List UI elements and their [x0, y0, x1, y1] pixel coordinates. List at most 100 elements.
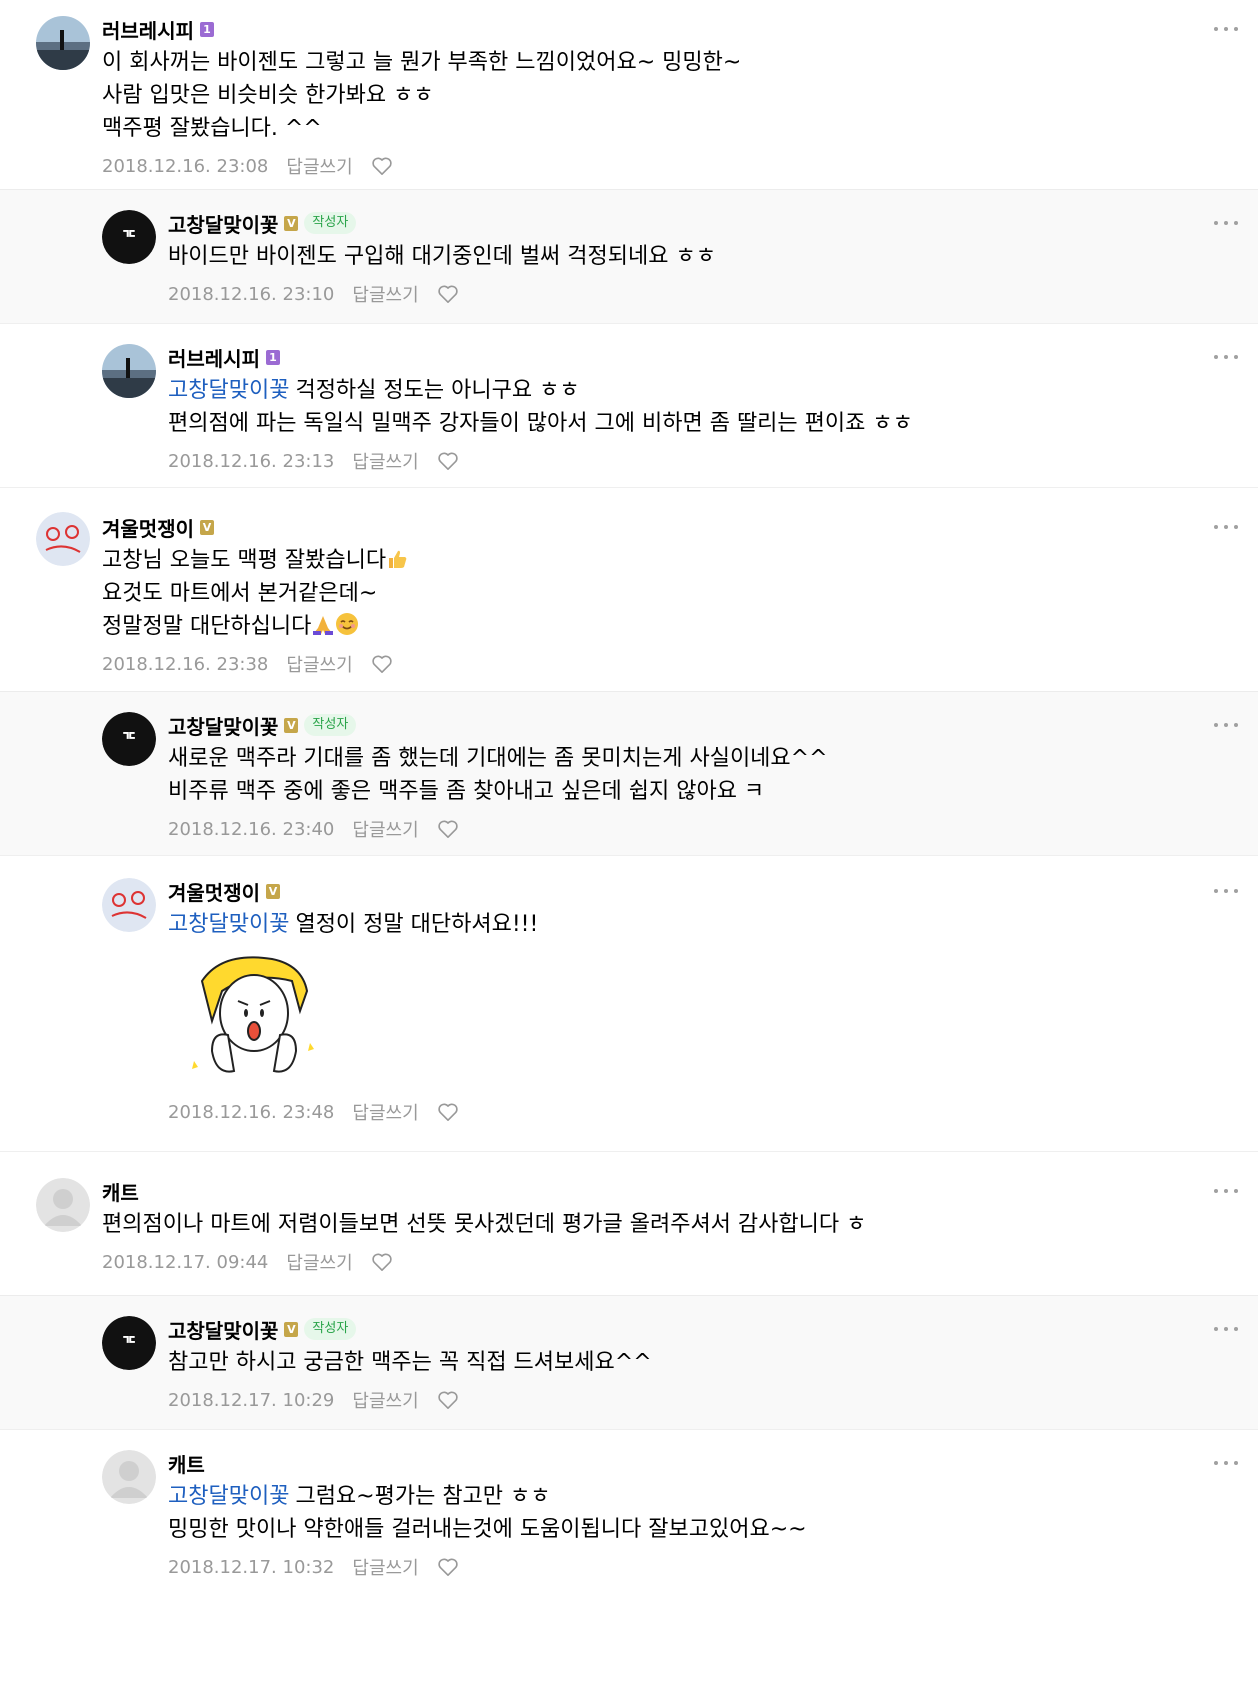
thumbs-up-icon: [389, 550, 407, 568]
mention-link[interactable]: 고창달맞이꽃: [168, 912, 289, 937]
comment-date: 2018.12.16. 23:40: [168, 818, 335, 840]
level-badge: 1: [266, 349, 280, 365]
heart-icon[interactable]: [437, 451, 459, 471]
reply-button[interactable]: 답글쓰기: [352, 1099, 418, 1125]
comment-line: 바이드만 바이젠도 구입해 대기중인데 벌써 걱정되네요 ㅎㅎ: [168, 244, 716, 269]
more-options-icon[interactable]: [1214, 24, 1238, 34]
mention-link[interactable]: 고창달맞이꽃: [168, 1484, 289, 1509]
avatar[interactable]: ᄀᄃ: [102, 210, 156, 264]
comment-line: 참고만 하시고 궁금한 맥주는 꼭 직접 드셔보세요^^: [168, 1350, 652, 1375]
comment-line: 고창달맞이꽃 열정이 정말 대단하셔요!!!: [168, 908, 1258, 941]
heart-icon[interactable]: [437, 1390, 459, 1410]
comment-line: 편의점이나 마트에 저렴이들보면 선뜻 못사겠던데 평가글 올려주셔서 감사합니…: [102, 1212, 867, 1237]
comment-line: 편의점에 파는 독일식 밀맥주 강자들이 많아서 그에 비하면 좀 딸리는 편이…: [168, 411, 913, 436]
avatar[interactable]: [36, 1178, 90, 1232]
nickname[interactable]: 겨울멋쟁이: [102, 513, 194, 542]
reply-button[interactable]: 답글쓰기: [352, 448, 418, 474]
more-options-icon[interactable]: [1214, 720, 1238, 730]
comment-line-text: 열정이 정말 대단하셔요!!!: [295, 912, 539, 937]
svg-text:ᄀᄃ: ᄀᄃ: [121, 730, 138, 751]
avatar[interactable]: [102, 1450, 156, 1504]
verified-badge: V: [284, 1321, 299, 1337]
comment-line: 고창달맞이꽃 걱정하실 정도는 아니구요 ㅎㅎ: [168, 374, 1258, 407]
comment-line: 맥주평 잘봤습니다. ^^: [102, 116, 322, 141]
avatar[interactable]: [102, 344, 156, 398]
more-options-icon[interactable]: [1214, 1324, 1238, 1334]
more-options-icon[interactable]: [1214, 218, 1238, 228]
avatar[interactable]: [102, 878, 156, 932]
reply-comment: ᄀᄃ 고창달맞이꽃 V 작성자 바이드만 바이젠도 구입해 대기중인데 벌써 걱…: [0, 190, 1258, 324]
heart-icon[interactable]: [371, 1252, 393, 1272]
comment-line: 비주류 맥주 중에 좋은 맥주들 좀 찾아내고 싶은데 쉽지 않아요 ㅋ: [168, 779, 765, 804]
comment-date: 2018.12.16. 23:10: [168, 283, 335, 305]
level-badge: 1: [200, 21, 214, 37]
svg-text:ᄀᄃ: ᄀᄃ: [121, 1334, 138, 1355]
author-badge: 작성자: [304, 212, 357, 234]
avatar[interactable]: [36, 16, 90, 70]
heart-icon[interactable]: [437, 284, 459, 304]
mention-link[interactable]: 고창달맞이꽃: [168, 378, 289, 403]
comment-text: 편의점이나 마트에 저렴이들보면 선뜻 못사겠던데 평가글 올려주셔서 감사합니…: [102, 1208, 1258, 1241]
comment-line: 고창님 오늘도 맥평 잘봤습니다: [102, 544, 1258, 577]
heart-icon[interactable]: [371, 654, 393, 674]
reply-comment: ᄀᄃ 고창달맞이꽃 V 작성자 새로운 맥주라 기대를 좀 했는데 기대에는 좀…: [0, 692, 1258, 856]
comment-date: 2018.12.16. 23:08: [102, 155, 269, 177]
comment-line: 고창달맞이꽃 그럼요~평가는 참고만 ㅎㅎ: [168, 1480, 1258, 1513]
comment-line: 밍밍한 맛이나 약한애들 걸러내는것에 도움이됩니다 잘보고있어요~~: [168, 1517, 807, 1542]
more-options-icon[interactable]: [1214, 886, 1238, 896]
nickname[interactable]: 고창달맞이꽃: [168, 711, 278, 740]
avatar[interactable]: [36, 512, 90, 566]
verified-badge: V: [284, 215, 299, 231]
reply-button[interactable]: 답글쓰기: [352, 816, 418, 842]
avatar[interactable]: ᄀᄃ: [102, 712, 156, 766]
comment-list: 러브레시피 1 이 회사꺼는 바이젠도 그렇고 늘 뭔가 부족한 느낌이었어요~…: [0, 0, 1258, 1600]
verified-badge: V: [284, 717, 299, 733]
comment-line: 정말정말 대단하십니다: [102, 610, 1258, 643]
reply-button[interactable]: 답글쓰기: [286, 1249, 352, 1275]
heart-icon[interactable]: [437, 1102, 459, 1122]
comment-date: 2018.12.17. 10:32: [168, 1556, 335, 1578]
more-options-icon[interactable]: [1214, 1186, 1238, 1196]
comment-text: 새로운 맥주라 기대를 좀 했는데 기대에는 좀 못미치는게 사실이네요^^ 비…: [168, 742, 1258, 808]
reply-button[interactable]: 답글쓰기: [352, 1554, 418, 1580]
reply-comment: ᄀᄃ 고창달맞이꽃 V 작성자 참고만 하시고 궁금한 맥주는 꼭 직접 드셔보…: [0, 1296, 1258, 1430]
reply-button[interactable]: 답글쓰기: [286, 153, 352, 179]
reply-button[interactable]: 답글쓰기: [352, 1387, 418, 1413]
reply-comment: 겨울멋쟁이 V 고창달맞이꽃 열정이 정말 대단하셔요!!! 2018.12.16…: [0, 856, 1258, 1152]
more-options-icon[interactable]: [1214, 522, 1238, 532]
comment-line: 요것도 마트에서 본거같은데~: [102, 581, 378, 606]
heart-icon[interactable]: [437, 819, 459, 839]
comment-text: 고창달맞이꽃 그럼요~평가는 참고만 ㅎㅎ 밍밍한 맛이나 약한애들 걸러내는것에…: [168, 1480, 1258, 1546]
nickname[interactable]: 러브레시피: [102, 15, 194, 44]
sticker-image: [182, 951, 322, 1091]
nickname[interactable]: 캐트: [102, 1177, 139, 1206]
nickname[interactable]: 고창달맞이꽃: [168, 209, 278, 238]
nickname[interactable]: 고창달맞이꽃: [168, 1315, 278, 1344]
comment-date: 2018.12.16. 23:13: [168, 450, 335, 472]
heart-icon[interactable]: [437, 1557, 459, 1577]
heart-icon[interactable]: [371, 156, 393, 176]
comment-text: 바이드만 바이젠도 구입해 대기중인데 벌써 걱정되네요 ㅎㅎ: [168, 240, 1258, 273]
comment-text: 고창님 오늘도 맥평 잘봤습니다 요것도 마트에서 본거같은데~ 정말정말 대단…: [102, 544, 1258, 643]
comment-line-text: 정말정말 대단하십니다: [102, 614, 312, 639]
reply-comment: 캐트 고창달맞이꽃 그럼요~평가는 참고만 ㅎㅎ 밍밍한 맛이나 약한애들 걸러내…: [0, 1430, 1258, 1600]
comment-text: 참고만 하시고 궁금한 맥주는 꼭 직접 드셔보세요^^: [168, 1346, 1258, 1379]
nickname[interactable]: 캐트: [168, 1449, 205, 1478]
more-options-icon[interactable]: [1214, 352, 1238, 362]
comment-date: 2018.12.17. 09:44: [102, 1251, 269, 1273]
more-options-icon[interactable]: [1214, 1458, 1238, 1468]
svg-text:ᄀᄃ: ᄀᄃ: [121, 228, 138, 249]
smiling-face-icon: [336, 613, 359, 635]
comment: 겨울멋쟁이 V 고창님 오늘도 맥평 잘봤습니다 요것도 마트에서 본거같은데~…: [0, 488, 1258, 692]
nickname[interactable]: 러브레시피: [168, 343, 260, 372]
comment-line-text: 그럼요~평가는 참고만 ㅎㅎ: [295, 1484, 551, 1509]
reply-button[interactable]: 답글쓰기: [286, 651, 352, 677]
comment-line: 이 회사꺼는 바이젠도 그렇고 늘 뭔가 부족한 느낌이었어요~ 밍밍한~: [102, 50, 742, 75]
comment-date: 2018.12.17. 10:29: [168, 1389, 335, 1411]
reply-button[interactable]: 답글쓰기: [352, 281, 418, 307]
comment-line: 사람 입맛은 비슷비슷 한가봐요 ㅎㅎ: [102, 83, 434, 108]
reply-comment: 러브레시피 1 고창달맞이꽃 걱정하실 정도는 아니구요 ㅎㅎ 편의점에 파는 독…: [0, 324, 1258, 488]
nickname[interactable]: 겨울멋쟁이: [168, 877, 260, 906]
comment-text: 이 회사꺼는 바이젠도 그렇고 늘 뭔가 부족한 느낌이었어요~ 밍밍한~ 사람…: [102, 46, 1258, 145]
avatar[interactable]: ᄀᄃ: [102, 1316, 156, 1370]
